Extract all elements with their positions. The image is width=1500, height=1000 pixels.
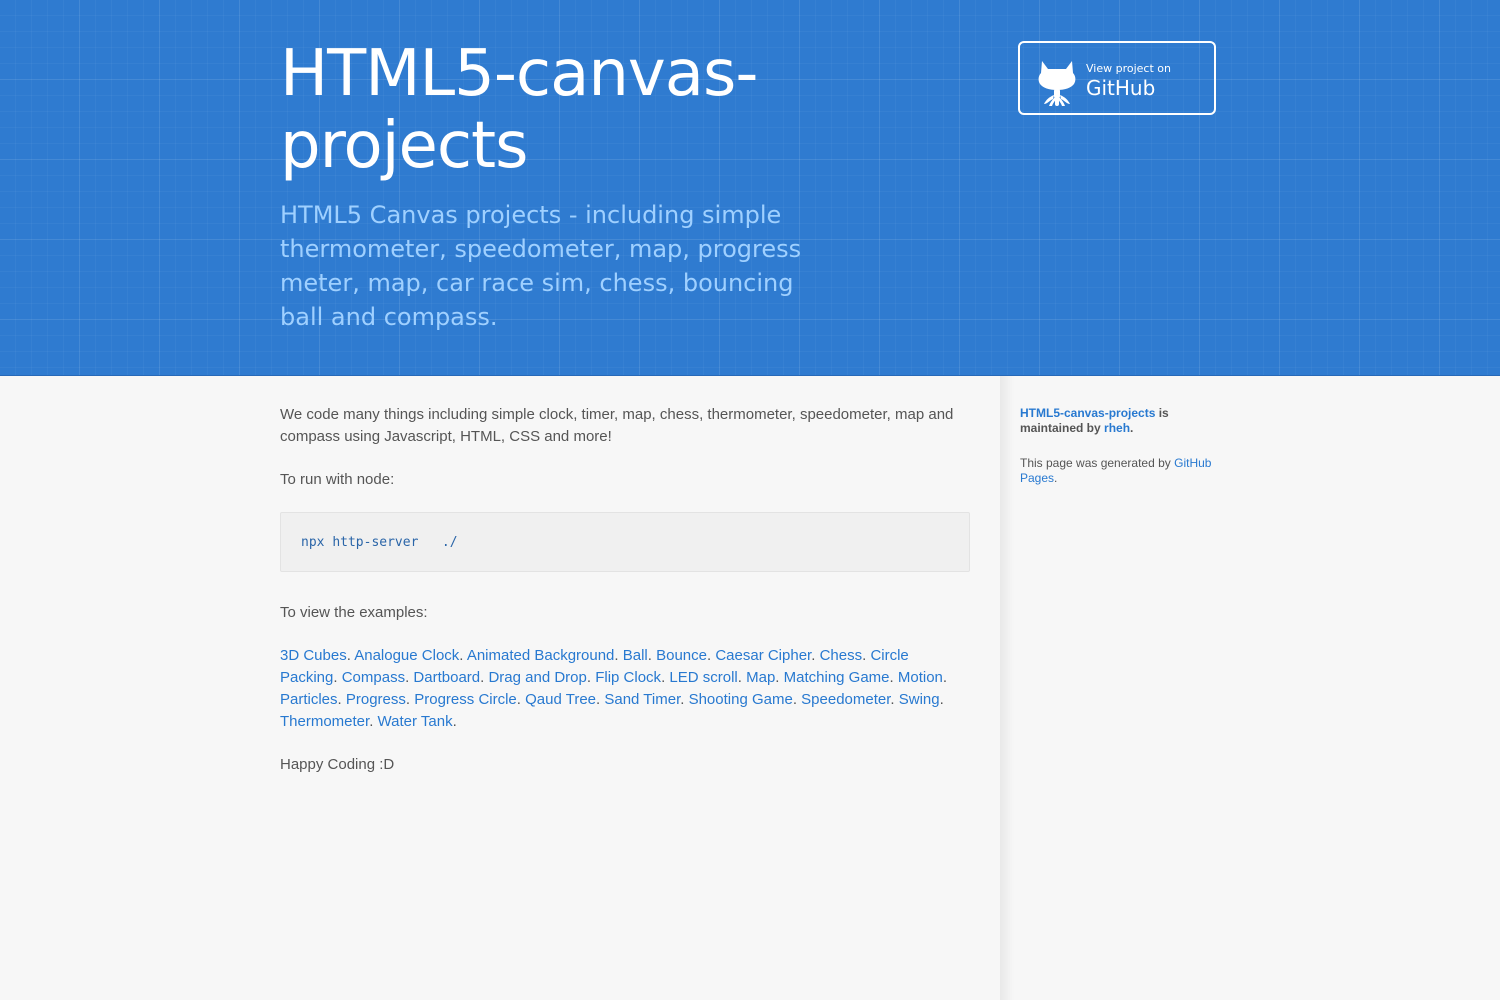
example-separator: . (939, 691, 944, 708)
example-link[interactable]: Particles (280, 691, 338, 708)
examples-list: 3D Cubes. Analogue Clock. Animated Backg… (280, 645, 970, 733)
project-link[interactable]: HTML5-canvas-projects (1020, 406, 1155, 420)
example-separator: . (889, 669, 898, 686)
example-separator: . (647, 647, 657, 664)
example-link[interactable]: Progress Circle (414, 691, 517, 708)
example-link[interactable]: Bounce (656, 647, 707, 664)
page-header: HTML5-canvas-projects HTML5 Canvas proje… (0, 0, 1500, 376)
example-link[interactable]: Progress (346, 691, 406, 708)
example-link[interactable]: Sand Timer (604, 691, 680, 708)
example-separator: . (775, 669, 784, 686)
example-link[interactable]: Matching Game (784, 669, 890, 686)
example-link[interactable]: Water Tank (378, 713, 453, 730)
example-separator: . (792, 691, 802, 708)
example-separator: . (459, 647, 467, 664)
main-content: We code many things including simple clo… (280, 404, 970, 797)
view-on-github-button[interactable]: View project on GitHub (1018, 41, 1216, 115)
generated-period: . (1054, 471, 1058, 485)
example-link[interactable]: LED scroll (669, 669, 737, 686)
run-instructions-label: To run with node: (280, 471, 395, 488)
example-link[interactable]: Flip Clock (595, 669, 661, 686)
example-link[interactable]: Ball (623, 647, 648, 664)
example-link[interactable]: Animated Background (467, 647, 615, 664)
maintained-period: . (1130, 421, 1134, 435)
code-path: ./ (441, 535, 458, 550)
example-separator: . (737, 669, 747, 686)
example-separator: . (452, 713, 457, 730)
example-separator: . (614, 647, 623, 664)
example-separator: . (680, 691, 689, 708)
example-link[interactable]: Caesar Cipher (715, 647, 811, 664)
example-link[interactable]: Motion (898, 669, 943, 686)
example-separator: . (811, 647, 820, 664)
example-separator: . (369, 713, 378, 730)
maintainer-link[interactable]: rheh (1104, 421, 1130, 435)
github-button-small-label: View project on (1086, 62, 1171, 75)
project-tagline: HTML5 Canvas projects - including simple… (280, 201, 802, 331)
view-examples-label: To view the examples: (280, 604, 428, 621)
example-separator: . (890, 691, 899, 708)
example-link[interactable]: Swing (899, 691, 940, 708)
example-link[interactable]: Thermometer (280, 713, 369, 730)
example-link[interactable]: Chess (820, 647, 863, 664)
outro-text: Happy Coding :D (280, 756, 395, 773)
generated-text: This page was generated by (1020, 456, 1175, 470)
intro-text: We code many things including simple clo… (280, 406, 954, 445)
example-link[interactable]: Map (746, 669, 775, 686)
example-separator: . (405, 691, 415, 708)
example-separator: . (337, 691, 346, 708)
example-link[interactable]: Compass (342, 669, 405, 686)
example-link[interactable]: Analogue Clock (354, 647, 459, 664)
example-link[interactable]: 3D Cubes (280, 647, 347, 664)
example-link[interactable]: Drag and Drop (488, 669, 586, 686)
code-block: npx http-server ./ (280, 512, 970, 572)
sidebar-divider (1000, 376, 1014, 1000)
generated-note: This page was generated by GitHub Pages. (1020, 456, 1220, 486)
maintained-note: HTML5-canvas-projects is maintained by r… (1020, 406, 1220, 436)
example-link[interactable]: Speedometer (801, 691, 890, 708)
example-separator: . (942, 669, 948, 686)
page-title: HTML5-canvas-projects (280, 37, 758, 183)
github-button-label: GitHub (1086, 76, 1156, 100)
octocat-icon (1038, 61, 1076, 106)
example-link[interactable]: Dartboard (413, 669, 480, 686)
example-separator: . (516, 691, 526, 708)
sidebar: HTML5-canvas-projects is maintained by r… (1020, 406, 1220, 506)
code-cmd: npx (301, 535, 325, 550)
example-separator: . (586, 669, 596, 686)
code-arg: http-server (332, 535, 419, 550)
example-link[interactable]: Qaud Tree (525, 691, 596, 708)
example-separator: . (333, 669, 342, 686)
example-link[interactable]: Shooting Game (689, 691, 793, 708)
